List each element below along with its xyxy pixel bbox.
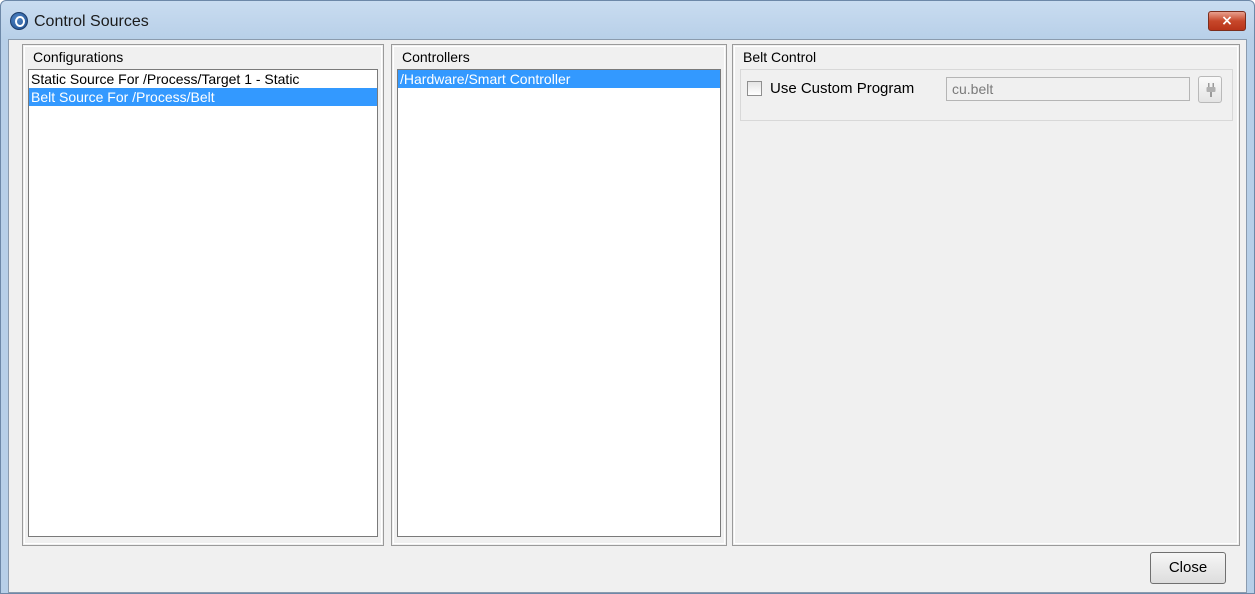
- use-custom-program-label[interactable]: Use Custom Program: [770, 80, 914, 97]
- close-button[interactable]: Close: [1150, 552, 1226, 584]
- program-connect-button[interactable]: [1198, 76, 1222, 103]
- control-sources-window: Control Sources × Configurations Static …: [0, 0, 1255, 594]
- configurations-title: Configurations: [33, 49, 124, 65]
- controllers-list[interactable]: /Hardware/Smart Controller: [397, 69, 721, 537]
- configurations-list[interactable]: Static Source For /Process/Target 1 - St…: [28, 69, 378, 537]
- title-bar[interactable]: Control Sources ×: [1, 1, 1254, 39]
- configuration-item-static[interactable]: Static Source For /Process/Target 1 - St…: [29, 70, 377, 88]
- belt-control-panel: Belt Control Use Custom Program cu.belt: [732, 44, 1240, 546]
- custom-program-field[interactable]: cu.belt: [946, 77, 1190, 101]
- configurations-panel: Configurations Static Source For /Proces…: [22, 44, 384, 546]
- controllers-panel: Controllers /Hardware/Smart Controller: [391, 44, 727, 546]
- configuration-item-belt[interactable]: Belt Source For /Process/Belt: [29, 88, 377, 106]
- window-title: Control Sources: [34, 13, 149, 30]
- controllers-title: Controllers: [402, 49, 470, 65]
- app-logo-icon: [10, 12, 28, 30]
- controller-item-smart-controller[interactable]: /Hardware/Smart Controller: [398, 70, 720, 88]
- dialog-body: Configurations Static Source For /Proces…: [8, 39, 1247, 593]
- use-custom-program-checkbox[interactable]: [747, 81, 762, 96]
- plug-icon: [1206, 83, 1216, 97]
- belt-control-title: Belt Control: [743, 49, 817, 65]
- window-close-button[interactable]: ×: [1208, 11, 1246, 31]
